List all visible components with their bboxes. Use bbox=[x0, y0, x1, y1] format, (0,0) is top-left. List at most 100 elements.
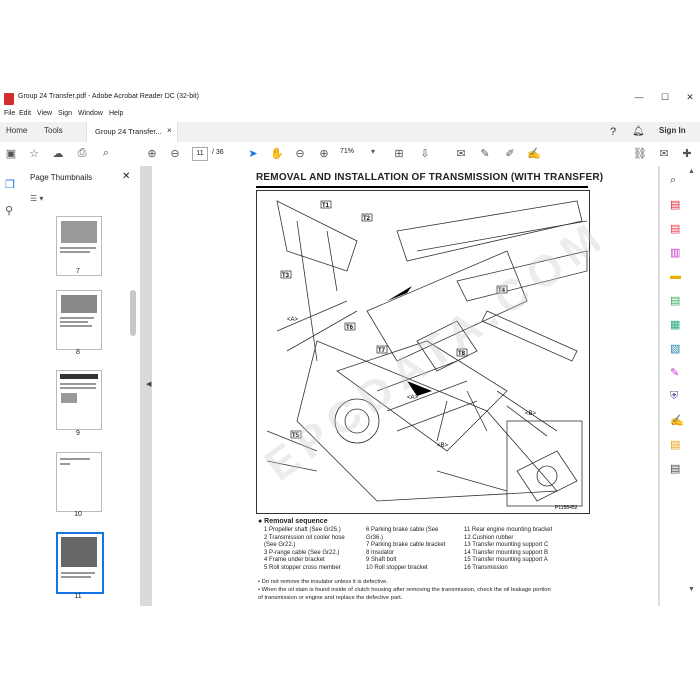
sequence-item: 12 Cushion rubber bbox=[464, 534, 514, 541]
page-thumbnails-icon[interactable]: ❐ bbox=[5, 178, 15, 191]
share-link-icon[interactable]: ⛓ bbox=[633, 147, 647, 160]
thumbnail-page[interactable] bbox=[56, 216, 102, 276]
thumbnail-page[interactable] bbox=[56, 290, 102, 350]
star-icon[interactable]: ☆ bbox=[27, 147, 41, 160]
menu-view[interactable]: View bbox=[37, 110, 52, 117]
search-tools-icon[interactable]: ⌕ bbox=[670, 174, 676, 187]
sign-in-link[interactable]: Sign In bbox=[659, 126, 686, 135]
edit-pdf-icon[interactable]: ▥ bbox=[670, 246, 680, 259]
highlight-pen-icon[interactable]: ✎ bbox=[478, 147, 492, 160]
protect-icon[interactable]: ⛨ bbox=[670, 390, 678, 403]
scroll-down-icon[interactable]: ▼ bbox=[688, 586, 695, 593]
thumbnail-options-icon[interactable]: ☰ ▾ bbox=[30, 194, 43, 203]
left-rail: ❐ ⚲ bbox=[0, 166, 23, 606]
thumbnail-page[interactable] bbox=[56, 452, 102, 512]
create-pdf-icon[interactable]: ▤ bbox=[670, 222, 680, 235]
sequence-item: 3 P-range cable (See Gr22.) bbox=[264, 549, 340, 556]
tab-document[interactable]: Group 24 Transfer... × bbox=[86, 122, 178, 142]
thumbnail-page-current[interactable] bbox=[56, 532, 104, 594]
zoom-dropdown-icon[interactable]: ▾ bbox=[366, 147, 380, 156]
sequence-item: (See Gr22.) bbox=[264, 542, 296, 549]
minimize-button[interactable]: — bbox=[632, 92, 646, 102]
close-window-button[interactable]: ✕ bbox=[683, 92, 697, 103]
save-icon[interactable]: ▣ bbox=[4, 147, 18, 160]
scroll-mode-icon[interactable]: ⇩ bbox=[418, 147, 432, 160]
draw-icon[interactable]: ✐ bbox=[503, 147, 517, 160]
organize-pages-icon[interactable]: ▦ bbox=[670, 318, 680, 331]
scroll-up-icon[interactable]: ▲ bbox=[688, 168, 695, 175]
print-icon[interactable]: ⎙ bbox=[75, 147, 89, 160]
menu-edit[interactable]: Edit bbox=[19, 110, 31, 117]
bell-icon[interactable]: 🔔︎ bbox=[632, 126, 645, 137]
select-cursor-icon[interactable]: ➤ bbox=[246, 147, 260, 160]
prev-page-icon[interactable]: ⊕ bbox=[145, 147, 159, 160]
menu-window[interactable]: Window bbox=[78, 110, 103, 117]
attachments-icon[interactable]: ⚲ bbox=[5, 204, 13, 217]
tab-document-label: Group 24 Transfer... bbox=[95, 127, 162, 136]
add-user-icon[interactable]: ✚ bbox=[680, 147, 694, 160]
export-pdf-icon[interactable]: ▤ bbox=[670, 198, 680, 211]
view-label-b: <B> bbox=[525, 411, 537, 417]
fill-sign-icon[interactable]: ✍ bbox=[527, 147, 541, 160]
page-heading: REMOVAL AND INSTALLATION OF TRANSMISSION… bbox=[256, 172, 604, 183]
pdf-page: REMOVAL AND INSTALLATION OF TRANSMISSION… bbox=[152, 166, 658, 606]
sequence-column-1: 1 Propeller shaft (See Gr25.) 2 Transmis… bbox=[264, 527, 345, 573]
help-icon[interactable]: ? bbox=[610, 126, 616, 138]
thumbnail-page-number: 10 bbox=[74, 511, 82, 518]
right-tools-rail: ⌕ ▤ ▤ ▥ ▬ ▤ ▦ ▧ ✎ ⛨ ✍ ▤ ▤ ▼ ▲ bbox=[659, 166, 700, 606]
send-for-signature-icon[interactable]: ✍ bbox=[670, 414, 684, 427]
fill-sign-tool-icon[interactable]: ✎ bbox=[670, 366, 679, 379]
note-line: of transmission or engine and replace th… bbox=[258, 595, 403, 601]
page-total: / 36 bbox=[212, 149, 224, 156]
sequence-item: 4 Frame under bracket bbox=[264, 557, 325, 564]
thumbnail-page-number: 11 bbox=[74, 593, 82, 600]
tab-bar: Home Tools Group 24 Transfer... × ? 🔔︎ S… bbox=[0, 122, 700, 143]
menu-bar: File Edit View Sign Window Help bbox=[0, 108, 700, 122]
view-label-b-arrow: <B> bbox=[437, 443, 449, 449]
hand-tool-icon[interactable]: ✋ bbox=[270, 147, 284, 160]
thumbnail-page-number: 9 bbox=[76, 430, 80, 437]
more-tools-icon[interactable]: ▤ bbox=[670, 462, 680, 475]
removal-sequence-title: ● Removal sequence bbox=[258, 518, 328, 525]
scan-ocr-icon[interactable]: ▧ bbox=[670, 342, 680, 355]
sequence-item: 1 Propeller shaft (See Gr25.) bbox=[264, 527, 341, 533]
redact-icon[interactable]: ▤ bbox=[670, 438, 680, 451]
figure-id: P1158452 bbox=[555, 505, 578, 511]
zoom-out-icon[interactable]: ⊖ bbox=[293, 147, 307, 160]
zoom-in-icon[interactable]: ⊕ bbox=[317, 147, 331, 160]
toolbar: ▣ ☆ ☁ ⎙ ⌕ ⊕ ⊖ 11 / 36 ➤ ✋ ⊖ ⊕ 71% ▾ ⊞ ⇩ … bbox=[0, 142, 700, 167]
title-bar: Group 24 Transfer.pdf - Adobe Acrobat Re… bbox=[0, 90, 700, 108]
panel-close-icon[interactable]: ✕ bbox=[122, 171, 130, 182]
sequence-item: Gr36.) bbox=[366, 534, 384, 541]
sequence-item: 16 Transmission bbox=[464, 564, 508, 571]
page-number-input[interactable]: 11 bbox=[192, 147, 208, 161]
menu-help[interactable]: Help bbox=[109, 110, 123, 117]
maximize-button[interactable]: ☐ bbox=[658, 92, 672, 103]
next-page-icon[interactable]: ⊖ bbox=[168, 147, 182, 160]
callout-t1: T1 bbox=[322, 203, 330, 209]
email-icon[interactable]: ✉ bbox=[657, 147, 671, 160]
tab-home[interactable]: Home bbox=[6, 126, 27, 135]
upload-cloud-icon[interactable]: ☁ bbox=[51, 147, 65, 160]
thumbnail-scrollbar[interactable] bbox=[130, 290, 136, 336]
sequence-item: 13 Transfer mounting support C bbox=[464, 542, 549, 549]
thumbnail-page[interactable] bbox=[56, 370, 102, 430]
menu-sign[interactable]: Sign bbox=[58, 110, 72, 117]
comment-tool-icon[interactable]: ▬ bbox=[670, 270, 681, 282]
search-icon[interactable]: ⌕ bbox=[99, 147, 113, 160]
fit-page-icon[interactable]: ⊞ bbox=[392, 147, 406, 160]
menu-file[interactable]: File bbox=[4, 110, 15, 117]
sequence-column-3: 11 Rear engine mounting bracket 12 Cushi… bbox=[464, 527, 552, 573]
comment-icon[interactable]: ✉ bbox=[454, 147, 468, 160]
window-title: Group 24 Transfer.pdf - Adobe Acrobat Re… bbox=[18, 93, 199, 100]
sequence-item: 2 Transmission oil cooler hose bbox=[264, 534, 345, 541]
sequence-item: 15 Transfer mounting support A bbox=[464, 557, 548, 564]
collapse-left-icon[interactable]: ◀ bbox=[146, 380, 151, 388]
sequence-item: 7 Parking brake cable bracket bbox=[366, 542, 446, 549]
callout-t7: T7 bbox=[378, 348, 386, 354]
tab-tools[interactable]: Tools bbox=[44, 126, 63, 135]
note-line: • When the oil stain is found inside of … bbox=[258, 587, 551, 593]
combine-files-icon[interactable]: ▤ bbox=[670, 294, 680, 307]
zoom-level[interactable]: 71% bbox=[340, 148, 354, 155]
tab-close-icon[interactable]: × bbox=[167, 126, 172, 135]
